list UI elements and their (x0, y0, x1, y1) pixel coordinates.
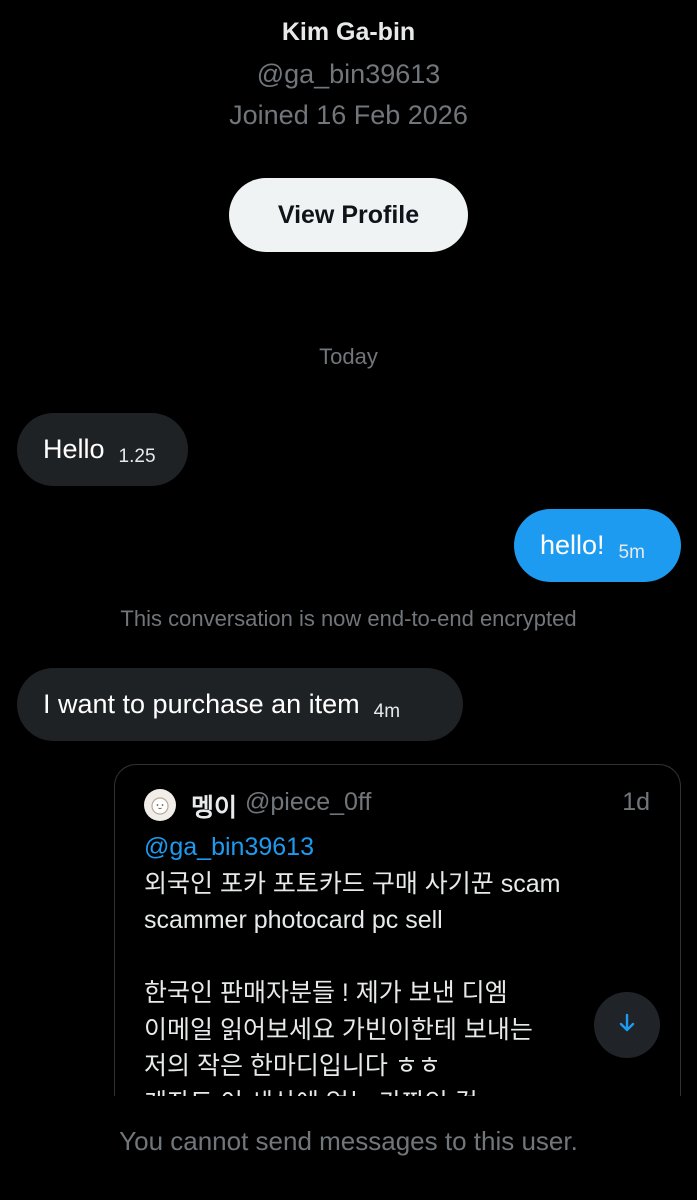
quoted-post-time: 1d (622, 788, 650, 816)
quoted-post-line: 계좌도 이 세상에 없는 가짜인 걸 (144, 1085, 664, 1097)
message-time: 4m (373, 700, 401, 722)
message-bubble-incoming[interactable]: I want to purchase an item 4m (17, 668, 463, 741)
avatar-icon (144, 789, 176, 821)
scroll-to-bottom-button[interactable] (594, 992, 660, 1058)
quoted-post-card[interactable]: 멩이 @piece_0ff 1d @ga_bin39613 외국인 포카 포토카… (114, 764, 681, 1096)
view-profile-button[interactable]: View Profile (229, 178, 468, 252)
quoted-post-line: 외국인 포카 포토카드 구매 사기꾼 scam (144, 869, 561, 898)
quoted-author-name: 멩이 (191, 794, 238, 822)
day-separator: Today (319, 344, 378, 369)
message-bubble-incoming[interactable]: Hello 1.25 (17, 413, 188, 486)
profile-joined-date: Joined 16 Feb 2026 (229, 100, 468, 130)
quoted-post-line: 이메일 읽어보세요 가빈이한테 보내는 (144, 1015, 533, 1044)
quoted-post-line: 한국인 판매자분들 ! 제가 보낸 디엠 (144, 979, 508, 1007)
quoted-mention-link[interactable]: @ga_bin39613 (144, 829, 664, 866)
message-text: hello! (540, 530, 605, 560)
arrow-down-icon (615, 1011, 639, 1040)
message-bubble-outgoing[interactable]: hello! 5m (514, 509, 681, 582)
message-text: I want to purchase an item (43, 689, 360, 719)
encryption-notice: This conversation is now end-to-end encr… (120, 606, 577, 631)
quoted-post-body: @ga_bin39613 외국인 포카 포토카드 구매 사기꾼 scam sca… (144, 829, 664, 1096)
profile-handle: @ga_bin39613 (256, 59, 441, 89)
cannot-message-notice: You cannot send messages to this user. (119, 1126, 578, 1156)
message-time: 5m (618, 541, 645, 563)
message-time: 1.25 (118, 445, 156, 467)
quoted-post-line: 저의 작은 한마디입니다 ㅎㅎ (144, 1052, 441, 1080)
quoted-author-handle: @piece_0ff (245, 788, 372, 816)
quoted-post-line: scammer photocard pc sell (144, 906, 443, 934)
message-text: Hello (43, 434, 105, 464)
profile-display-name: Kim Ga-bin (281, 18, 416, 46)
quoted-post-blank-line (144, 939, 664, 976)
